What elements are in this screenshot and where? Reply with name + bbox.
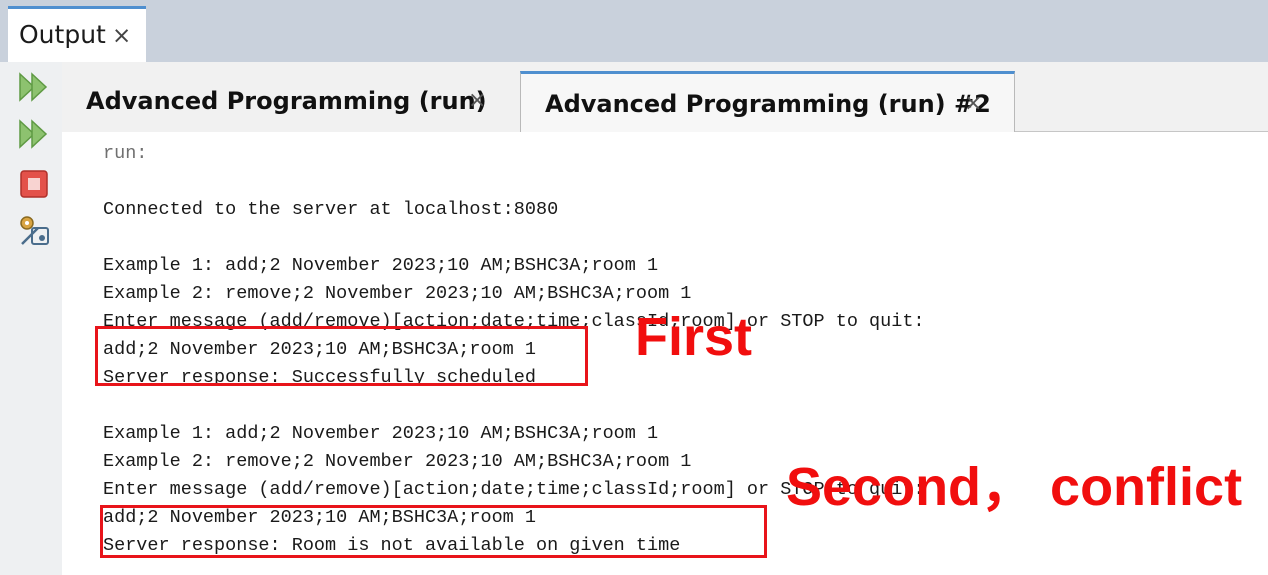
settings-icon[interactable]	[18, 214, 52, 248]
annotation-second-conflict: Second， conflict	[786, 457, 1243, 517]
close-icon[interactable]: ×	[964, 91, 982, 116]
close-icon[interactable]: ×	[112, 23, 131, 49]
run-tabs-bar: Advanced Programming (run) × Advanced Pr…	[62, 62, 1268, 132]
tab-label: Advanced Programming (run)	[86, 87, 487, 115]
console-line: Example 2: remove;2 November 2023;10 AM;…	[103, 283, 692, 304]
output-panel-header: Output ×	[0, 0, 1268, 62]
tab-advanced-programming-run-2[interactable]: Advanced Programming (run) #2 ×	[520, 71, 1015, 132]
output-toolbar	[0, 62, 62, 575]
console-line: Example 2: remove;2 November 2023;10 AM;…	[103, 451, 692, 472]
highlight-box-second	[100, 505, 767, 558]
output-window-tab[interactable]: Output ×	[8, 6, 146, 62]
stop-icon[interactable]	[18, 168, 52, 202]
console-line: Example 1: add;2 November 2023;10 AM;BSH…	[103, 423, 659, 444]
console-line: Connected to the server at localhost:808…	[103, 199, 559, 220]
console-line: Example 1: add;2 November 2023;10 AM;BSH…	[103, 255, 659, 276]
annotation-first: First	[635, 307, 753, 367]
tab-label: Advanced Programming (run) #2	[545, 90, 991, 118]
output-window-title: Output	[19, 20, 106, 49]
console-line: run:	[103, 143, 148, 164]
tab-advanced-programming-run[interactable]: Advanced Programming (run) ×	[62, 71, 520, 132]
rerun-icon[interactable]	[18, 70, 52, 104]
rerun-with-options-icon[interactable]	[18, 117, 52, 151]
close-icon[interactable]: ×	[468, 88, 486, 113]
highlight-box-first	[95, 326, 588, 386]
